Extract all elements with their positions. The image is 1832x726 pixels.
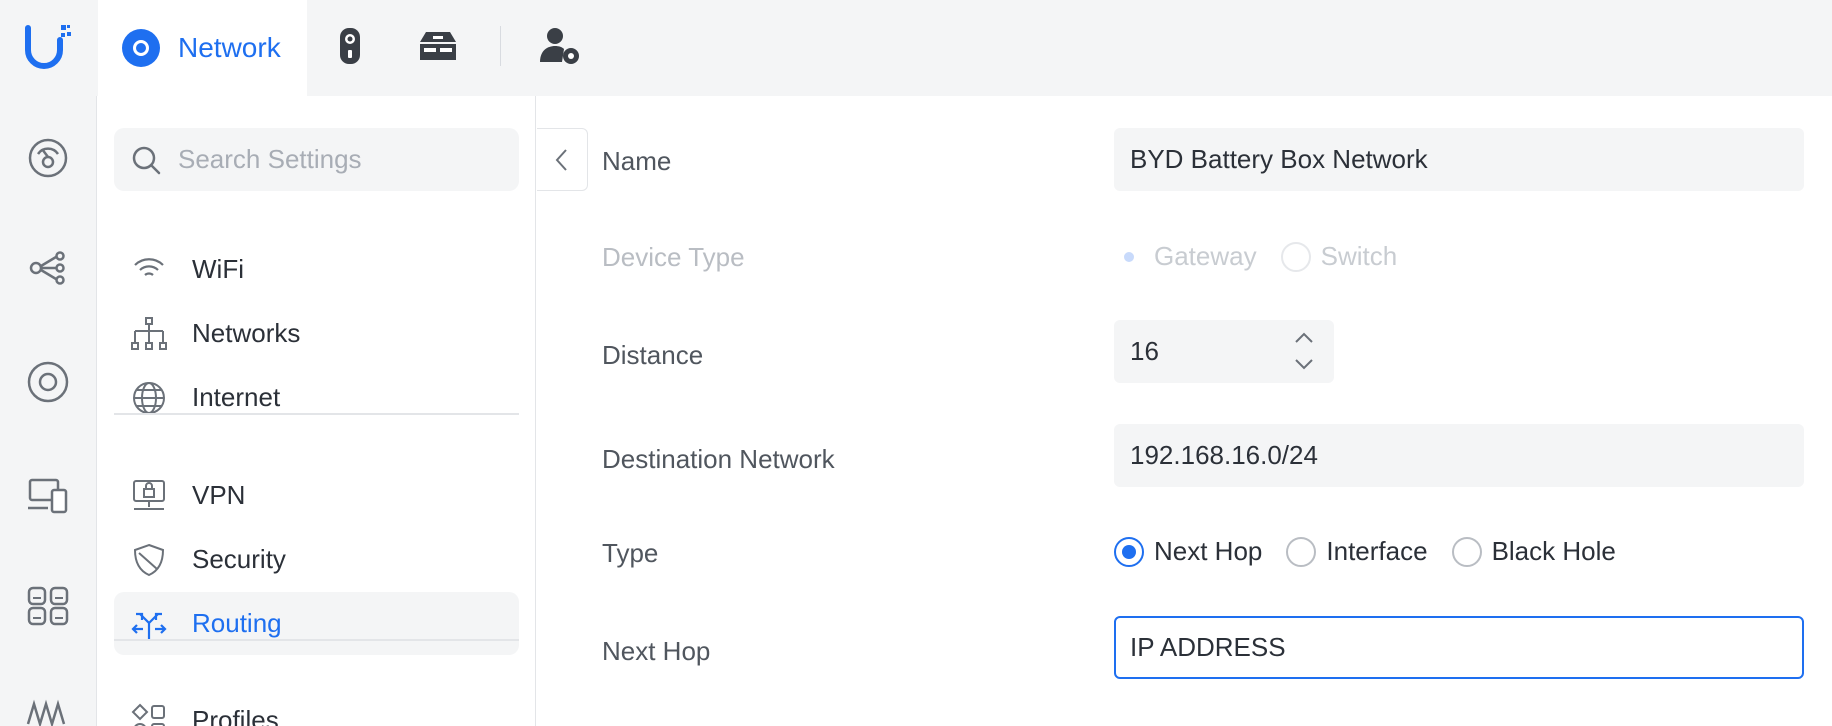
next-hop-value: IP ADDRESS xyxy=(1130,632,1286,662)
distance-stepper[interactable]: 16 xyxy=(1114,320,1334,383)
nav-item-label: Internet xyxy=(192,382,281,412)
distance-label: Distance xyxy=(602,340,704,370)
radio-dot xyxy=(1286,536,1317,567)
device-type-label: Device Type xyxy=(602,242,745,272)
routing-icon xyxy=(131,612,167,639)
next-hop-field[interactable]: IP ADDRESS xyxy=(1114,616,1804,679)
search-icon xyxy=(132,146,161,174)
nav-item-vpn[interactable]: VPN xyxy=(114,464,519,527)
radio-dot xyxy=(1451,536,1482,567)
nav-item-profiles[interactable]: Profiles xyxy=(114,689,519,726)
radio-dot xyxy=(1114,536,1144,567)
nav-item-internet[interactable]: Internet xyxy=(114,366,519,429)
nav-divider xyxy=(114,639,519,641)
radio-label: Interface xyxy=(1326,536,1428,566)
ubiquiti-logo-icon[interactable] xyxy=(22,22,72,72)
stepper-arrows-icon[interactable] xyxy=(1292,328,1316,374)
clients-icon[interactable] xyxy=(26,474,70,518)
next-hop-label: Next Hop xyxy=(602,636,711,666)
devices-icon[interactable] xyxy=(26,360,70,404)
network-app-tab[interactable]: Network xyxy=(98,0,307,96)
name-value: BYD Battery Box Network xyxy=(1130,144,1428,174)
vpn-icon xyxy=(133,479,165,510)
type-radio-group: Next Hop Interface Black Hole xyxy=(1114,536,1640,567)
radio-interface[interactable]: Interface xyxy=(1286,536,1428,567)
camera-app-icon[interactable] xyxy=(326,22,374,70)
user-settings-icon[interactable] xyxy=(536,22,584,70)
destination-network-value: 192.168.16.0/24 xyxy=(1130,440,1318,470)
network-app-icon xyxy=(122,29,160,67)
profiles-icon xyxy=(131,703,165,726)
destination-network-label: Destination Network xyxy=(602,444,835,474)
radio-next-hop[interactable]: Next Hop xyxy=(1114,536,1262,567)
nav-item-label: Networks xyxy=(192,318,301,348)
radio-label: Black Hole xyxy=(1491,536,1616,566)
radio-switch: Switch xyxy=(1280,241,1398,272)
nav-item-label: WiFi xyxy=(192,254,244,284)
topbar-divider xyxy=(500,26,501,66)
radio-dot xyxy=(1114,241,1144,272)
nav-item-label: Security xyxy=(192,544,286,574)
networks-icon xyxy=(131,316,167,350)
topology-icon[interactable] xyxy=(26,246,70,290)
top-bar: Network xyxy=(0,0,1832,96)
radio-gateway: Gateway xyxy=(1114,241,1257,272)
settings-nav: WiFi Networks Internet VPN xyxy=(98,96,536,726)
ports-icon[interactable] xyxy=(26,584,70,628)
statistics-icon[interactable] xyxy=(26,694,70,726)
name-label: Name xyxy=(602,146,672,176)
name-field[interactable]: BYD Battery Box Network xyxy=(1114,128,1804,191)
access-app-icon[interactable] xyxy=(414,22,462,70)
radio-black-hole[interactable]: Black Hole xyxy=(1451,536,1616,567)
collapse-panel-button[interactable] xyxy=(537,128,588,191)
nav-item-routing[interactable]: Routing xyxy=(114,592,519,655)
radio-dot xyxy=(1280,241,1311,272)
type-label: Type xyxy=(602,538,659,568)
dashboard-icon[interactable] xyxy=(26,136,70,180)
search-box[interactable] xyxy=(114,128,519,191)
search-input[interactable] xyxy=(178,144,498,175)
nav-item-wifi[interactable]: WiFi xyxy=(114,238,519,301)
nav-item-security[interactable]: Security xyxy=(114,528,519,591)
nav-item-label: Profiles xyxy=(192,705,279,726)
device-type-radio-group: Gateway Switch xyxy=(1114,241,1421,272)
nav-item-label: Routing xyxy=(192,608,282,638)
nav-item-networks[interactable]: Networks xyxy=(114,302,519,365)
nav-item-label: VPN xyxy=(192,480,246,510)
destination-network-field[interactable]: 192.168.16.0/24 xyxy=(1114,424,1804,487)
radio-label: Switch xyxy=(1320,241,1398,271)
network-app-label: Network xyxy=(178,32,281,63)
left-rail xyxy=(0,96,97,726)
wifi-icon xyxy=(134,257,164,276)
shield-icon xyxy=(133,543,165,576)
nav-divider xyxy=(114,413,519,415)
radio-label: Gateway xyxy=(1154,241,1257,271)
distance-value: 16 xyxy=(1130,336,1159,366)
radio-label: Next Hop xyxy=(1154,536,1263,566)
chevron-left-icon xyxy=(555,148,567,171)
globe-icon xyxy=(133,381,165,414)
